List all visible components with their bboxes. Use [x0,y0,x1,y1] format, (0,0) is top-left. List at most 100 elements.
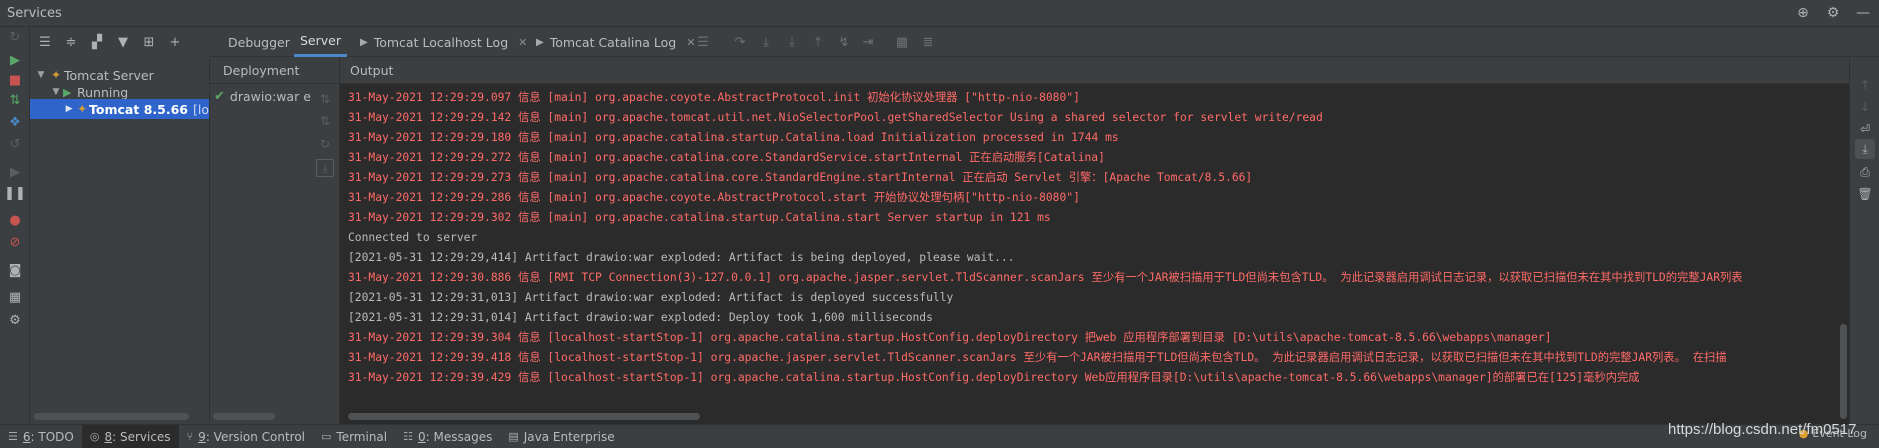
gear-icon[interactable]: ⚙ [1823,3,1843,23]
console-log: 31-May-2021 12:29:29.097 信息 [main] org.a… [348,88,1743,388]
deployment-item[interactable]: ✔ drawio:war e [214,89,311,104]
tab-server[interactable]: Server [294,27,347,57]
log-line: 31-May-2021 12:29:29.180 信息 [main] org.a… [348,131,1119,144]
output-header-label: Output [350,62,394,78]
toolwindow-version-control[interactable]: ⑂ 9: Version Control [179,425,313,448]
deployment-toolbar: ⇅ ⇅ ↻ ⤓ [311,84,340,424]
collapse-all-icon[interactable]: ≑ [60,31,82,53]
expand-arrow-icon[interactable]: ▶ [63,104,75,114]
redeploy-icon[interactable]: ↻ [315,134,335,154]
toolwindow-todo[interactable]: ☰ 6: TODO [0,425,82,448]
view-breakpoints-icon[interactable]: ● [5,210,25,230]
log-line: 31-May-2021 12:29:29.142 信息 [main] org.a… [348,111,1323,124]
undeploy-icon[interactable]: ⇅ [315,111,335,131]
tab-label: Tomcat Catalina Log [549,34,677,50]
deployed-check-icon: ✔ [214,89,225,104]
tab-label: Server [300,33,341,48]
toolwindow-label: : TODO [30,429,74,444]
tab-tomcat-localhost-log[interactable]: ▶ Tomcat Localhost Log ✕ [354,27,533,57]
toolwindow-java-enterprise[interactable]: ▤ Java Enterprise [500,425,622,448]
step-out-icon[interactable]: ⤒ [808,32,828,52]
stop-icon[interactable]: ■ [5,70,25,90]
expand-all-icon[interactable]: ☰ [34,31,56,53]
run-icon[interactable]: ▶ [5,50,25,70]
soft-wrap-icon[interactable]: ⏎ [1855,119,1875,139]
add-service-icon[interactable]: + [164,31,186,53]
toolwindow-label: : Services [112,429,171,444]
tomcat-running-icon: ✦ [77,102,88,116]
deploy-all-icon[interactable]: ⇅ [315,89,335,109]
drop-frame-icon[interactable]: ↯ [834,32,854,52]
filter-icon[interactable]: ▼ [112,31,134,53]
expand-arrow-icon[interactable]: ▼ [49,87,63,97]
update-app-icon[interactable]: ❖ [5,112,25,132]
running-icon: ▶ [63,85,72,99]
deployment-list: ✔ drawio:war e [210,84,311,424]
hide-icon[interactable]: — [1853,3,1873,23]
new-group-icon[interactable]: ⊞ [138,31,160,53]
tree-item-tomcat-instance[interactable]: ▶ ✦ Tomcat 8.5.66 [lo [30,99,209,119]
tree-item-label: Tomcat 8.5.66 [89,101,188,117]
log-line: 31-May-2021 12:29:29.286 信息 [main] org.a… [348,191,1080,204]
toolwindow-label: : Version Control [205,429,305,444]
evaluate-icon[interactable]: ▦ [892,32,912,52]
log-line: 31-May-2021 12:29:29.272 信息 [main] org.a… [348,151,1105,164]
log-line: Connected to server [348,231,478,244]
deployment-horizontal-scrollbar[interactable] [213,413,275,420]
step-into-icon[interactable]: ⤓ [756,32,776,52]
log-line: 31-May-2021 12:29:29.097 信息 [main] org.a… [348,91,1080,104]
group-by-icon[interactable]: ▞ [86,31,108,53]
output-header: Output [340,57,1849,84]
log-icon: ▶ [360,36,368,48]
tab-label: Debugger [228,34,290,50]
tool-window-bar: ☰ 6: TODO ◎ 8: Services ⑂ 9: Version Con… [0,424,1879,448]
java-enterprise-icon: ▤ [508,430,519,443]
terminal-icon: ▭ [321,430,332,443]
target-icon[interactable]: ⊕ [1793,3,1813,23]
artifact-icon[interactable]: ⤓ [316,159,334,177]
log-line: 31-May-2021 12:29:39.429 信息 [localhost-s… [348,371,1640,384]
toolwindow-messages[interactable]: ☷ 0: Messages [395,425,500,448]
log-line: 31-May-2021 12:29:39.304 信息 [localhost-s… [348,331,1552,344]
mute-breakpoints-icon[interactable]: ⊘ [5,232,25,252]
toolwindow-services[interactable]: ◎ 8: Services [81,424,179,448]
rerun-icon[interactable]: ↻ [5,27,25,47]
log-line: [2021-05-31 12:29:31,014] Artifact drawi… [348,311,933,324]
menu-icon[interactable]: ☰ [693,32,713,52]
left-action-toolbar: ↻ ▶ ■ ⇅ ❖ ↺ ▶ ❚❚ ● ⊘ ◙ ▦ ⚙ [0,27,30,424]
refresh-icon[interactable]: ↺ [5,134,25,154]
scroll-to-end-icon[interactable]: ⤓ [1855,139,1875,159]
tree-toolbar: ☰ ≑ ▞ ▼ ⊞ + [30,27,210,57]
close-icon[interactable]: ✕ [518,36,527,49]
messages-icon: ☷ [403,430,413,443]
print-icon[interactable]: ⎙ [1855,162,1875,182]
expand-arrow-icon[interactable]: ▼ [34,70,48,80]
log-line: 31-May-2021 12:29:30.886 信息 [RMI TCP Con… [348,271,1743,284]
tab-debugger[interactable]: Debugger [222,27,296,57]
resume-icon[interactable]: ▶ [5,162,25,182]
camera-icon[interactable]: ◙ [5,260,25,280]
trash-icon[interactable]: 🗑 [1855,184,1875,204]
horizontal-scrollbar[interactable] [348,413,700,420]
pause-icon[interactable]: ❚❚ [4,183,26,203]
toolwindow-terminal[interactable]: ▭ Terminal [313,425,395,448]
layout-icon[interactable]: ▦ [5,287,25,307]
tab-tomcat-catalina-log[interactable]: ▶ Tomcat Catalina Log ✕ [530,27,701,57]
up-arrow-icon[interactable]: ↑ [1855,75,1875,95]
trace-icon[interactable]: ≣ [918,32,938,52]
down-arrow-icon[interactable]: ↓ [1855,97,1875,117]
tree-horizontal-scrollbar[interactable] [34,413,189,420]
tree-item-suffix: [lo [193,101,209,117]
output-console[interactable]: 31-May-2021 12:29:29.097 信息 [main] org.a… [340,84,1849,424]
console-toolbar: ↑ ↓ ⏎ ⤓ ⎙ 🗑 [1849,57,1879,424]
toolwindow-label: Java Enterprise [523,429,615,444]
log-line: [2021-05-31 12:29:31,013] Artifact drawi… [348,291,954,304]
deploy-icon[interactable]: ⇅ [5,90,25,110]
run-to-cursor-icon[interactable]: ⇥ [858,32,878,52]
services-tree: ▼ ✦ Tomcat Server ▼ ▶ Running ▶ ✦ Tomcat… [30,57,210,424]
deployment-item-label: drawio:war e [229,89,311,104]
vertical-scrollbar[interactable] [1840,324,1847,419]
step-over-icon[interactable]: ↷ [730,32,750,52]
force-step-into-icon[interactable]: ⤓ [782,32,802,52]
settings-icon[interactable]: ⚙ [5,310,25,330]
